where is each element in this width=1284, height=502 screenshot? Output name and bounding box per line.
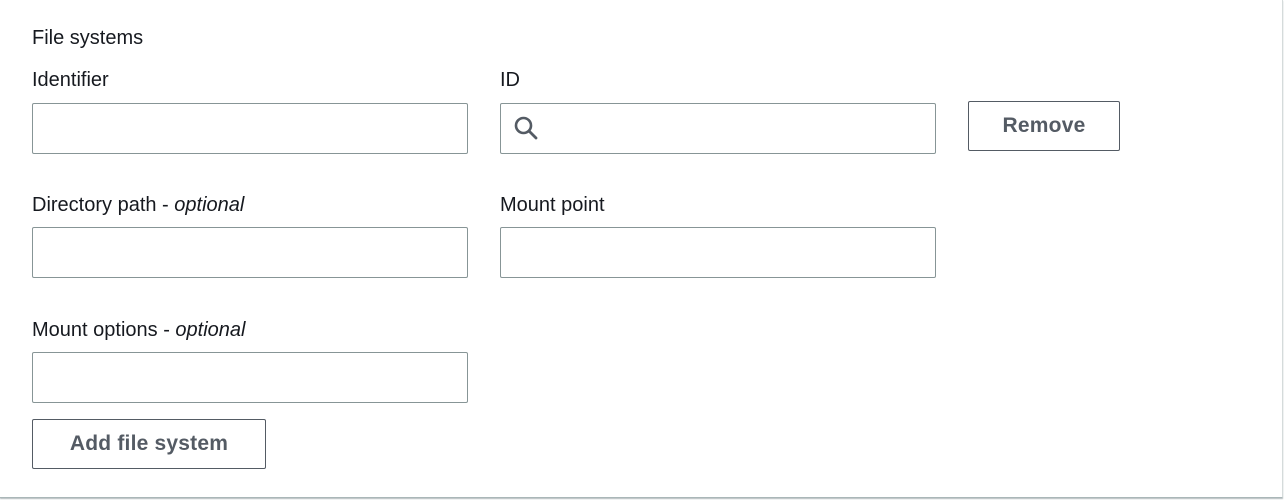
identifier-input[interactable]: [32, 103, 468, 154]
file-systems-panel: File systems Identifier ID Remove Direct…: [0, 0, 1283, 498]
id-search-input[interactable]: [500, 103, 936, 154]
identifier-label: Identifier: [32, 69, 109, 91]
section-title: File systems: [32, 27, 144, 49]
remove-button[interactable]: Remove: [968, 101, 1120, 151]
mount-point-input[interactable]: [500, 227, 936, 278]
mount-point-label: Mount point: [500, 194, 605, 216]
id-label: ID: [500, 69, 520, 91]
add-file-system-button[interactable]: Add file system: [32, 419, 266, 469]
mount-options-label-text: Mount options -: [32, 319, 176, 341]
mount-options-input[interactable]: [32, 352, 468, 403]
search-icon: [514, 116, 538, 140]
directory-path-label-text: Directory path -: [32, 194, 175, 216]
mount-options-optional-text: optional: [175, 319, 246, 341]
directory-path-label: Directory path - optional: [32, 193, 244, 217]
mount-options-label: Mount options - optional: [32, 318, 245, 342]
directory-path-input[interactable]: [32, 227, 468, 278]
directory-path-optional-text: optional: [174, 194, 245, 216]
